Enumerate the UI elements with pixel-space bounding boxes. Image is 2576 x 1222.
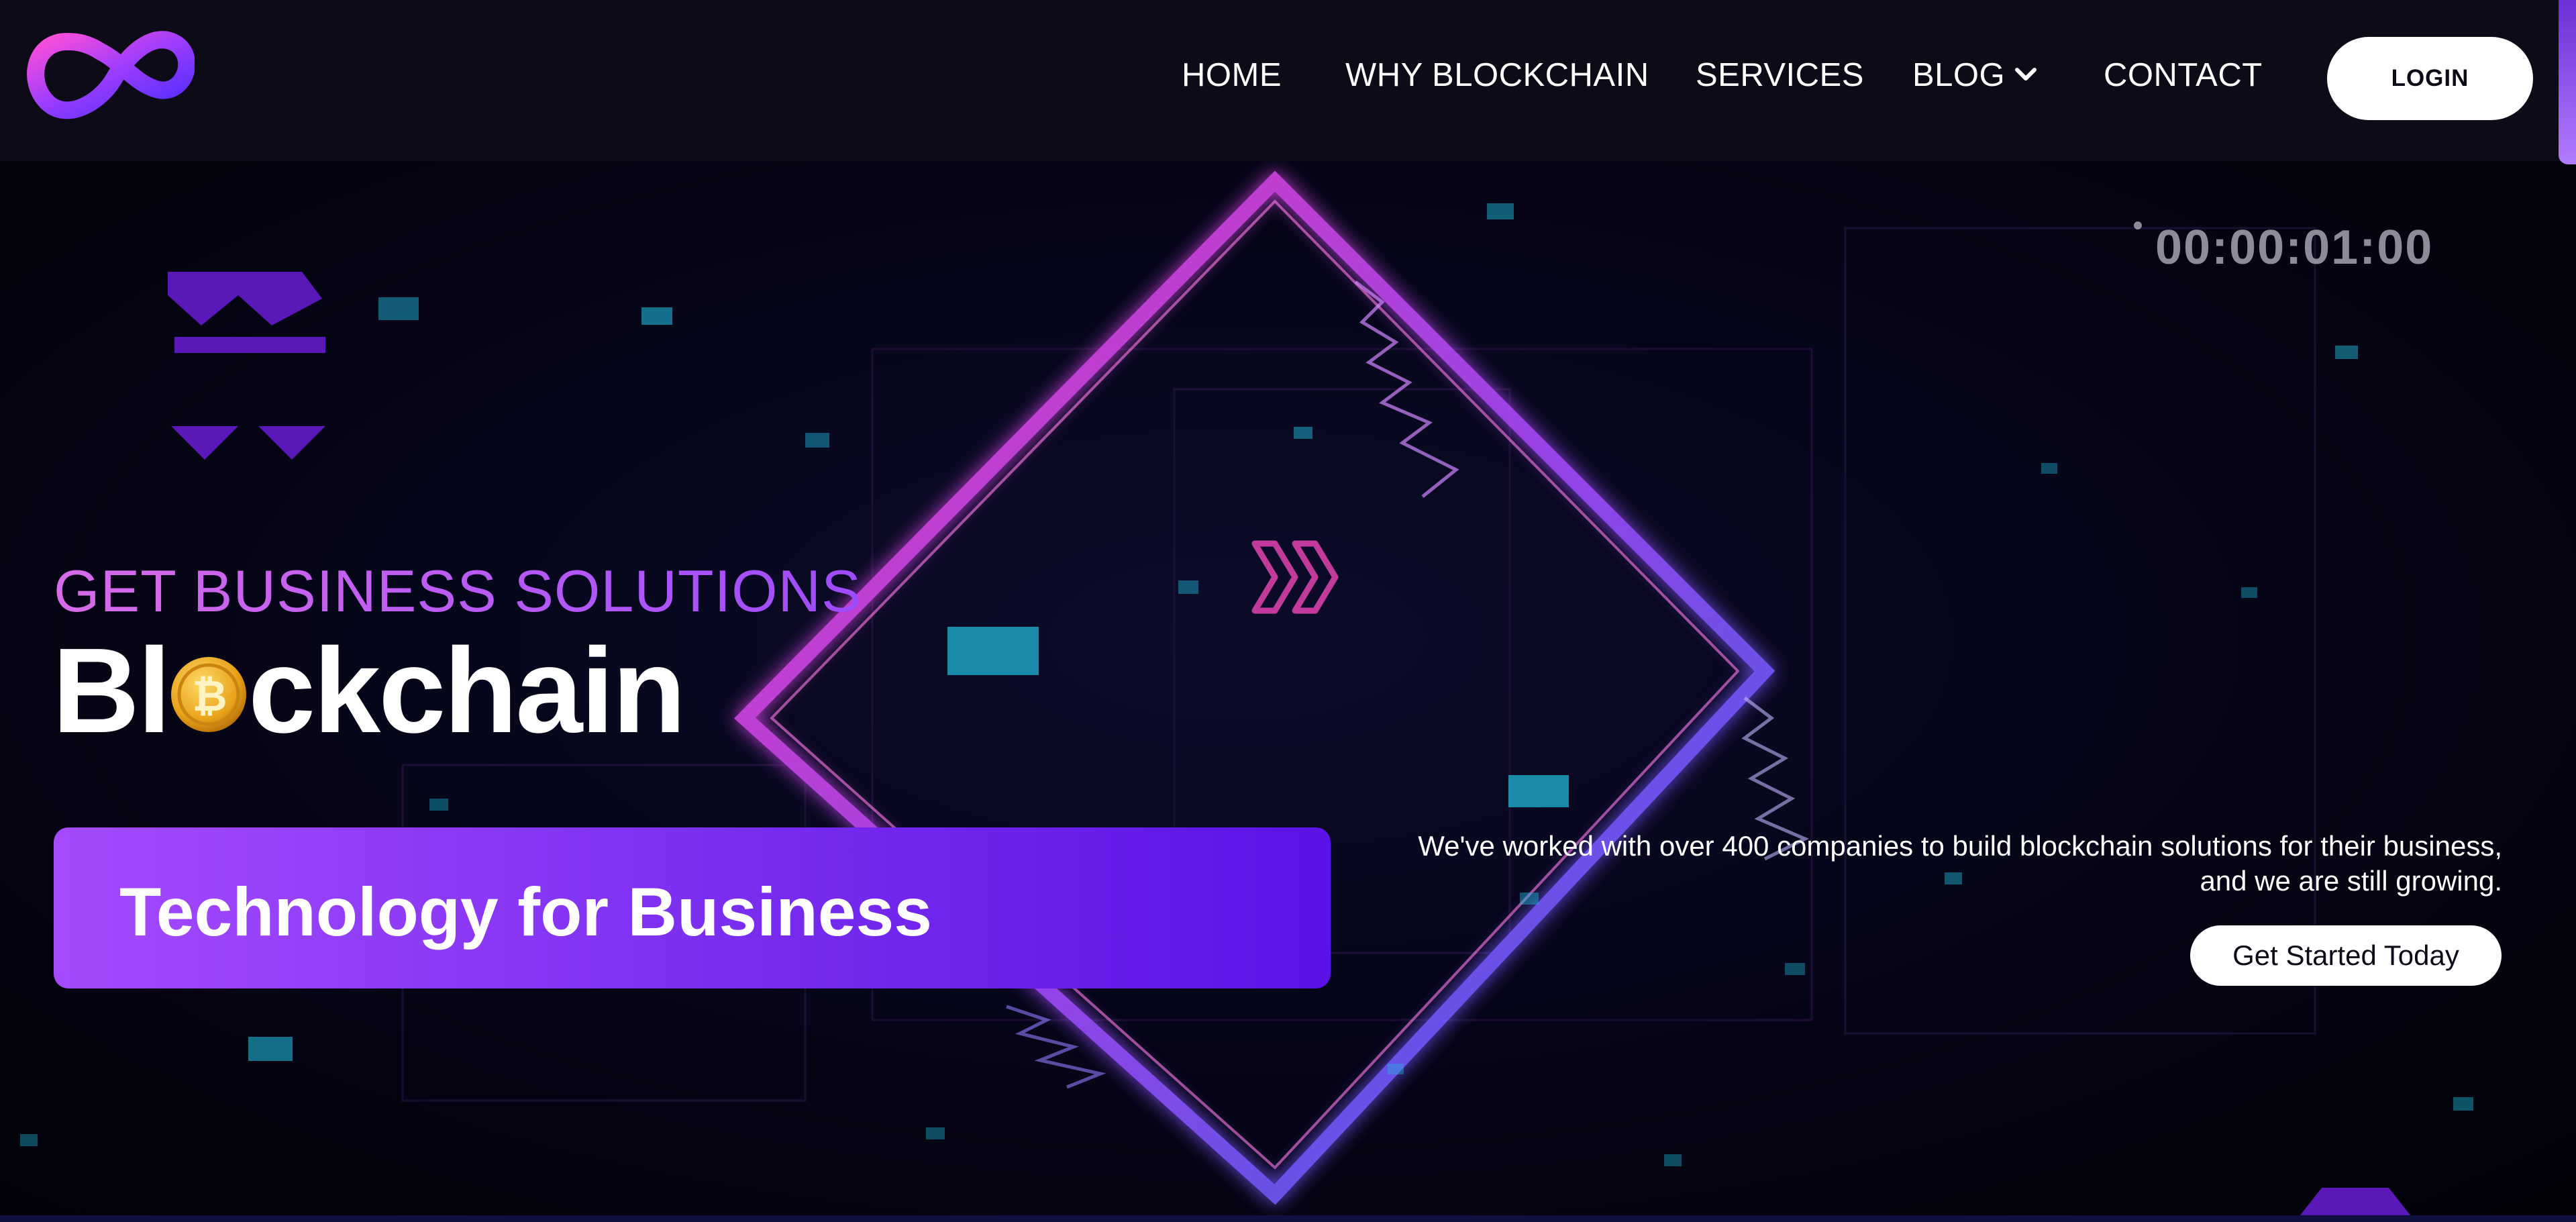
svg-text:₿: ₿: [192, 672, 225, 721]
bitcoin-coin-icon: ₿: [171, 657, 246, 732]
chevron-down-icon: [2015, 68, 2037, 81]
video-timecode: 00:00:01:00: [2155, 221, 2434, 274]
nav-why-blockchain[interactable]: WHY BLOCKCHAIN: [1345, 56, 1649, 94]
nav-home[interactable]: HOME: [1182, 56, 1282, 94]
hero-headline: Bl ₿ ckchain: [52, 631, 686, 752]
nav-services[interactable]: SERVICES: [1696, 56, 1864, 94]
double-chevron-icon: [1251, 540, 1339, 614]
headline-part-1: Bl: [52, 623, 171, 758]
headline-part-2: ckchain: [248, 623, 686, 758]
hero-description: We've worked with over 400 companies to …: [1328, 829, 2502, 899]
description-line-1: We've worked with over 400 companies to …: [1418, 830, 2502, 862]
banner-text: Technology for Business: [119, 874, 932, 950]
technology-banner: Technology for Business: [54, 827, 1331, 988]
main-nav: HOME WHY BLOCKCHAIN SERVICES BLOG CONTAC…: [0, 0, 2576, 154]
description-line-2: and we are still growing.: [2200, 865, 2502, 897]
page-bottom-edge: [0, 1215, 2576, 1222]
get-started-button[interactable]: Get Started Today: [2190, 925, 2502, 986]
hero-eyebrow: GET BUSINESS SOLUTIONS: [54, 558, 862, 624]
scrollbar-thumb[interactable]: [2559, 0, 2576, 164]
site-header: HOME WHY BLOCKCHAIN SERVICES BLOG CONTAC…: [0, 0, 2576, 161]
nav-blog-label: BLOG: [1912, 57, 2006, 93]
hero-section: 00:00:01:00 GET BUSINESS SOLUTIONS Bl ₿ ck…: [0, 161, 2576, 1222]
login-button[interactable]: LOGIN: [2327, 37, 2533, 120]
nav-contact[interactable]: CONTACT: [2104, 56, 2263, 94]
nav-blog[interactable]: BLOG: [1912, 56, 2037, 94]
